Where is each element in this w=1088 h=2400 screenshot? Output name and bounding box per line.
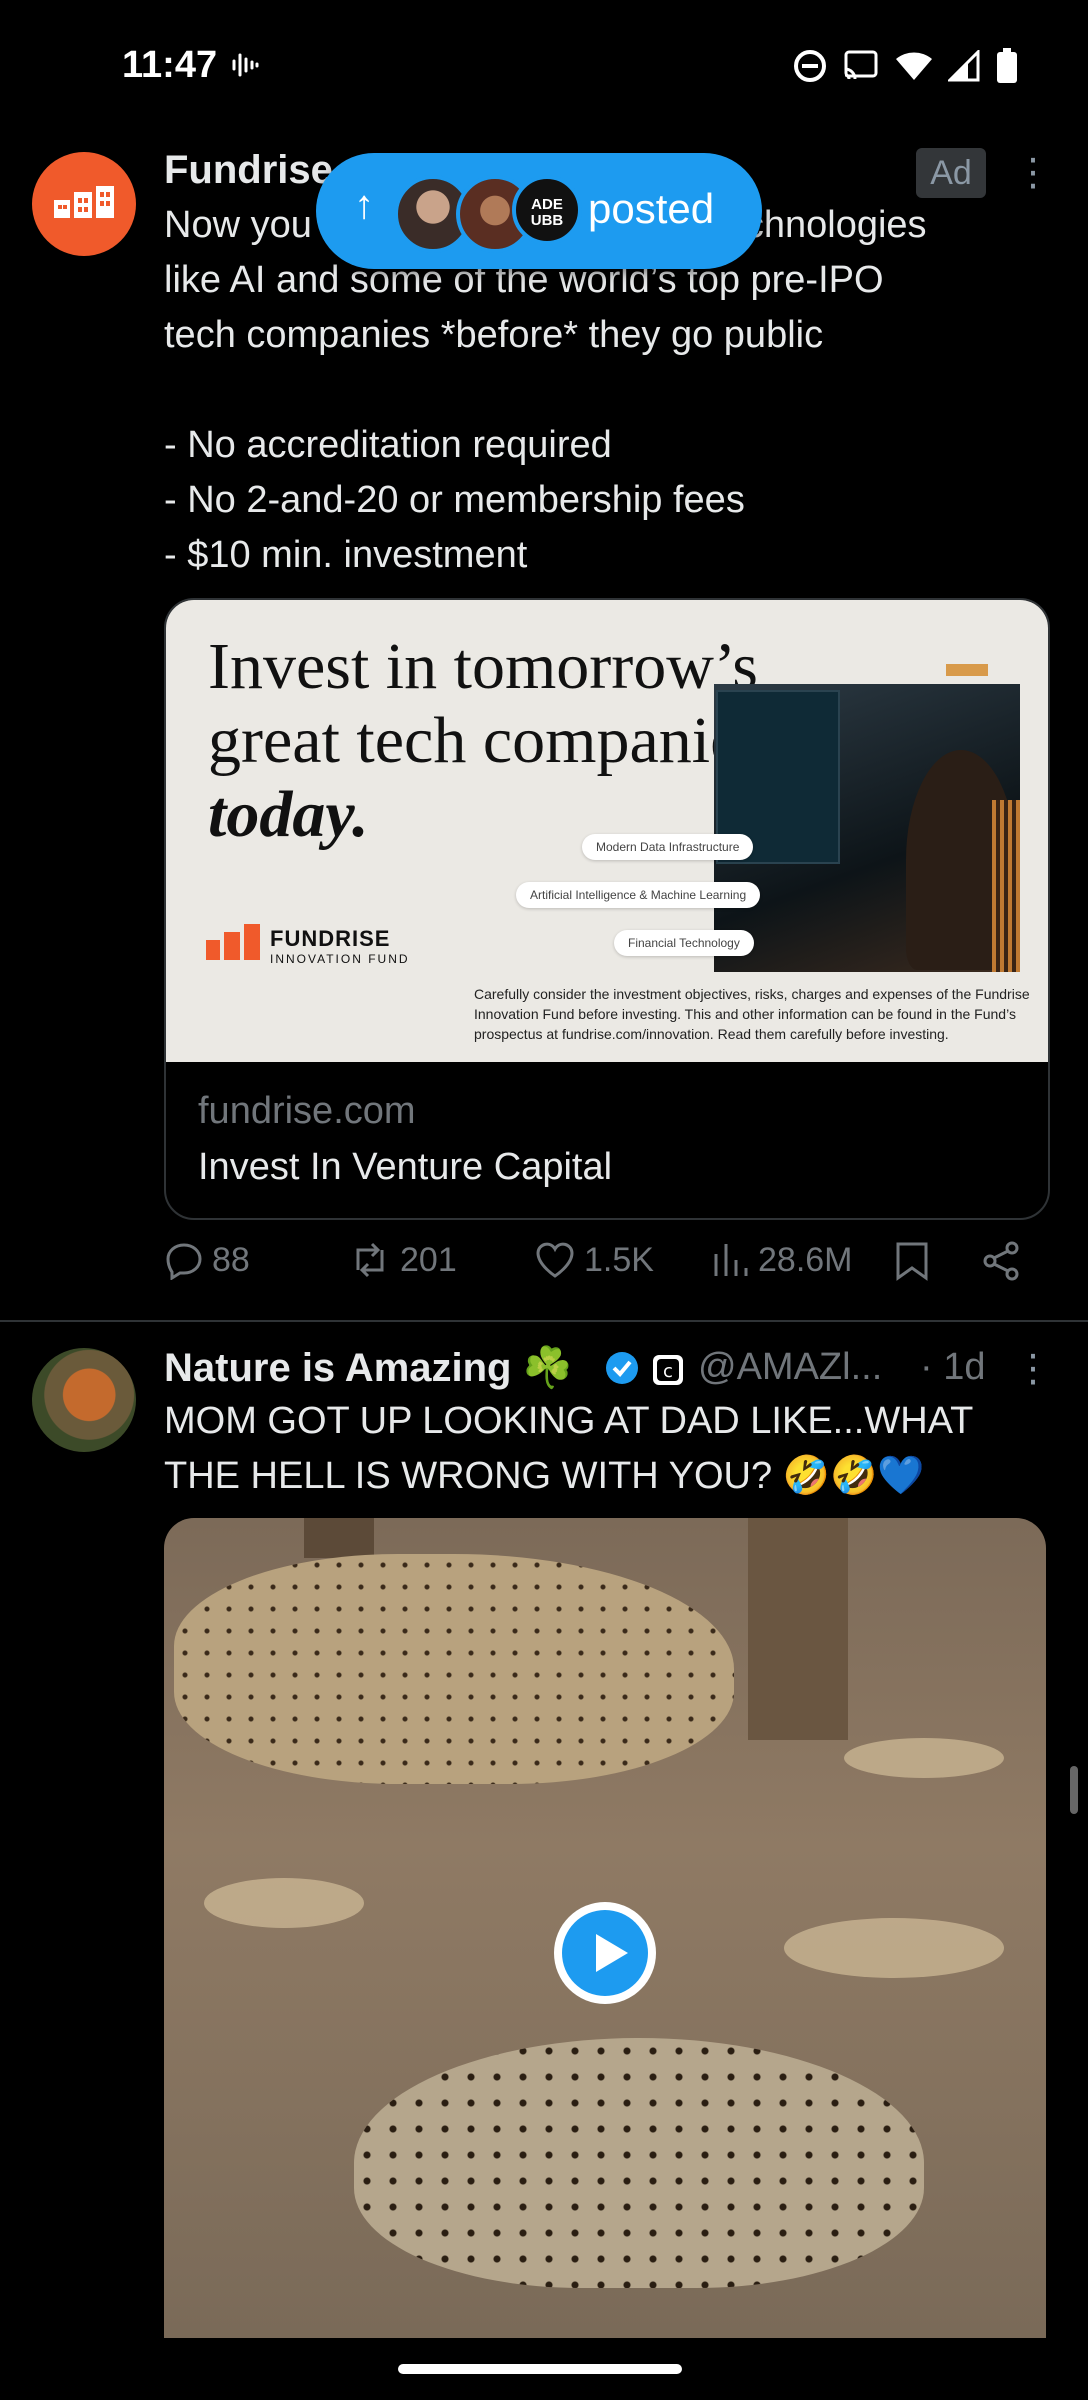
more-options-icon[interactable]: ⋮	[1014, 150, 1052, 195]
post-author-handle[interactable]: @AMAZl...	[698, 1346, 882, 1389]
status-bar: 11:47	[0, 0, 1088, 130]
nature-avatar[interactable]	[32, 1348, 136, 1452]
link-card[interactable]: Invest in tomorrow’s great tech companie…	[164, 598, 1050, 1220]
status-time: 11:47	[122, 44, 218, 86]
video-light-patch	[784, 1918, 1004, 1978]
verified-badge-icon	[606, 1352, 638, 1384]
reply-count: 88	[212, 1240, 250, 1279]
share-icon	[983, 1241, 1019, 1281]
fundrise-avatar[interactable]	[32, 152, 136, 256]
play-button[interactable]	[554, 1902, 656, 2004]
reply-button[interactable]: 88	[164, 1240, 250, 1280]
brand-name: FUNDRISE	[270, 926, 391, 951]
post-author-name[interactable]: Fundrise	[164, 148, 333, 193]
video-light-patch	[844, 1738, 1004, 1778]
svg-text:c: c	[663, 1361, 673, 1382]
video-frame-post-left	[304, 1518, 374, 1558]
chip-ai-ml: Artificial Intelligence & Machine Learni…	[516, 882, 761, 908]
repost-icon	[356, 1242, 384, 1278]
brand-subtitle: INNOVATION FUND	[270, 952, 410, 966]
cast-icon	[844, 50, 878, 80]
like-count: 1.5K	[584, 1240, 654, 1279]
post-text: MOM GOT UP LOOKING AT DAD LIKE...WHAT TH…	[164, 1400, 974, 1497]
ad-badge: Ad	[916, 148, 986, 198]
battery-icon	[997, 48, 1017, 83]
more-options-icon[interactable]: ⋮	[1014, 1346, 1052, 1391]
bookmark-button[interactable]	[894, 1240, 930, 1282]
chip-fintech: Financial Technology	[614, 930, 754, 956]
heart-icon	[536, 1242, 574, 1278]
pill-label: posted	[588, 185, 715, 232]
chair-graphic	[992, 800, 1020, 972]
card-title: Invest In Venture Capital	[198, 1146, 613, 1188]
headline-line1: Invest in tomorrow’s	[208, 630, 758, 703]
play-button-inner	[562, 1910, 648, 1996]
headline-accent-icon	[946, 664, 988, 676]
scrollbar-thumb[interactable]	[1070, 1766, 1078, 1814]
voice-waveform-icon	[232, 53, 259, 77]
card-headline: Invest in tomorrow’s great tech companie…	[208, 630, 782, 852]
repost-count: 201	[400, 1240, 457, 1279]
fundrise-logo-icon	[54, 186, 114, 218]
play-icon	[596, 1934, 628, 1972]
post-actions: 88 201 1.5K 28.6M	[164, 1240, 1044, 1300]
video-jaguar-cubs	[354, 2038, 924, 2288]
card-image: Invest in tomorrow’s great tech companie…	[166, 600, 1048, 1062]
reply-icon	[166, 1243, 202, 1280]
headline-line2: great tech companies,	[208, 704, 782, 777]
signal-icon	[948, 50, 980, 82]
video-jaguar-adult	[174, 1554, 734, 1784]
bookmark-icon	[896, 1242, 928, 1281]
share-button[interactable]	[980, 1240, 1022, 1282]
card-disclaimer: Carefully consider the investment object…	[474, 986, 1030, 1042]
views-button[interactable]: 28.6M	[710, 1240, 853, 1280]
repost-button[interactable]: 201	[348, 1240, 457, 1280]
views-count: 28.6M	[758, 1240, 853, 1279]
video-player[interactable]	[164, 1518, 1046, 2338]
chip-data-infra: Modern Data Infrastructure	[582, 834, 754, 860]
dnd-icon	[794, 50, 826, 82]
post-timestamp: · 1d	[920, 1346, 986, 1388]
video-light-patch	[204, 1878, 364, 1928]
views-icon	[714, 1244, 748, 1276]
arrow-up-icon: ↑	[354, 183, 374, 227]
affiliate-badge-icon: c	[653, 1355, 683, 1385]
post-author-name[interactable]: Nature is Amazing ☘️	[164, 1344, 572, 1391]
video-frame-post-right	[748, 1518, 848, 1740]
headline-line3: today.	[208, 778, 369, 851]
card-domain: fundrise.com	[198, 1090, 416, 1132]
fundrise-brand-icon	[206, 924, 260, 960]
wifi-icon	[896, 52, 932, 80]
home-gesture-bar[interactable]	[398, 2364, 682, 2374]
like-button[interactable]: 1.5K	[534, 1240, 654, 1280]
post-divider	[0, 1320, 1088, 1322]
pill-avatar-3: ADE UBB	[512, 175, 582, 245]
new-posts-pill[interactable]: ↑ ADE UBB posted	[316, 153, 762, 269]
